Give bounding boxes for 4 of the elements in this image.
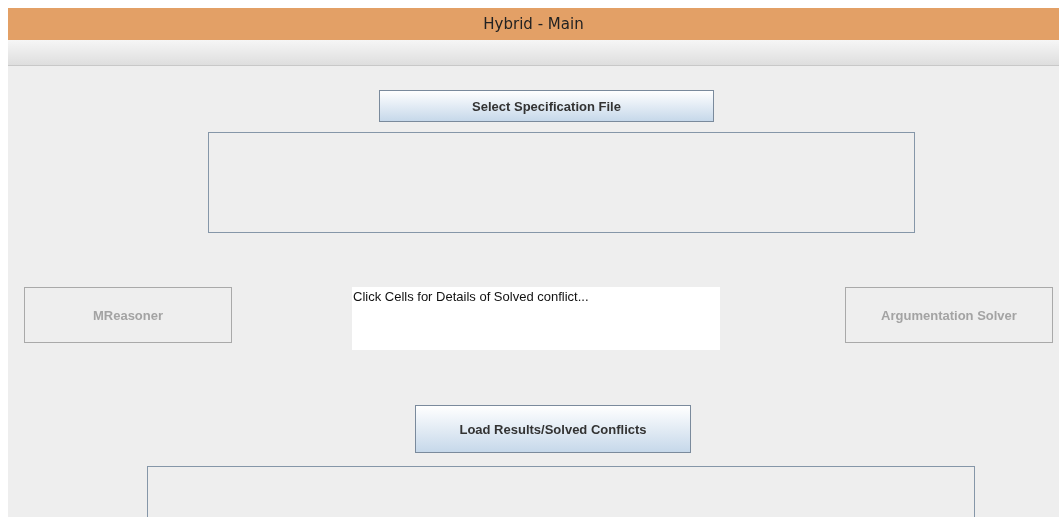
window-title: Hybrid - Main: [483, 15, 584, 33]
button[interactable]: Load Results/Solved Conflicts: [415, 405, 691, 453]
button[interactable]: Select Specification File: [379, 90, 714, 122]
details-area[interactable]: Click Cells for Details of Solved conflict...: [352, 287, 720, 350]
